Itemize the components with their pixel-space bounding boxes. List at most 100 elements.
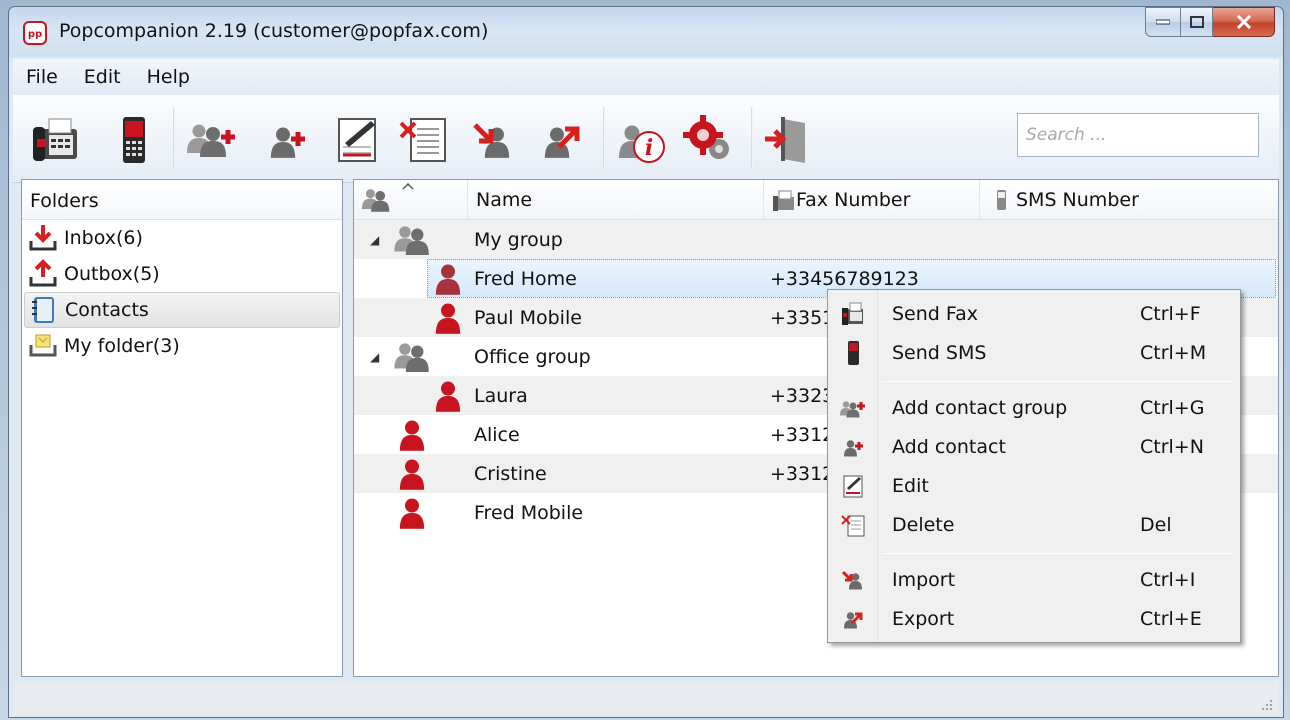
folder-contacts[interactable]: Contacts xyxy=(24,292,340,328)
menu-item-import[interactable]: Import Ctrl+I xyxy=(830,560,1238,599)
about-button[interactable]: i xyxy=(613,109,671,171)
search-input[interactable] xyxy=(1017,113,1259,157)
export-button[interactable] xyxy=(535,109,593,171)
add-group-icon xyxy=(840,401,865,418)
column-sms-number[interactable]: SMS Number xyxy=(980,180,1278,220)
contact-person-icon xyxy=(434,379,462,413)
svg-text:pp: pp xyxy=(28,29,42,40)
export-contact-icon xyxy=(544,126,580,158)
menu-item-add-contact-group[interactable]: Add contact group Ctrl+G xyxy=(830,388,1238,427)
row-fax: +3323 xyxy=(770,384,835,407)
folder-inbox[interactable]: Inbox(6) xyxy=(22,220,342,256)
row-name: Fred Mobile xyxy=(474,501,584,524)
column-fax-number[interactable]: Fax Number xyxy=(764,180,980,220)
menu-help[interactable]: Help xyxy=(134,66,203,88)
menu-item-add-contact[interactable]: Add contact Ctrl+N xyxy=(830,427,1238,466)
contact-person-icon xyxy=(398,496,426,530)
menu-edit[interactable]: Edit xyxy=(71,66,134,88)
contact-person-icon xyxy=(398,457,426,491)
minimize-icon xyxy=(1156,19,1170,25)
menu-item-shortcut: Ctrl+M xyxy=(1140,341,1207,364)
export-contact-icon xyxy=(844,612,863,629)
minimize-button[interactable] xyxy=(1145,7,1181,37)
contact-person-icon xyxy=(434,262,462,296)
menu-item-label: Edit xyxy=(892,474,929,497)
outbox-icon xyxy=(29,259,57,287)
row-name: My group xyxy=(474,228,563,251)
add-contact-button[interactable] xyxy=(259,109,317,171)
menu-item-shortcut: Ctrl+G xyxy=(1140,396,1205,419)
maximize-button[interactable] xyxy=(1181,7,1213,37)
column-label: Fax Number xyxy=(796,189,911,211)
delete-document-icon xyxy=(399,118,446,162)
expander-icon[interactable]: ◢ xyxy=(370,233,379,247)
edit-document-icon xyxy=(338,118,376,162)
context-menu: Send Fax Ctrl+F Send SMS Ctrl+M Add cont… xyxy=(827,289,1241,643)
menu-item-shortcut: Ctrl+I xyxy=(1140,568,1196,591)
row-fax: +3351 xyxy=(770,306,835,329)
add-contact-icon xyxy=(270,127,305,158)
folder-label: Contacts xyxy=(65,299,149,321)
import-contact-icon xyxy=(841,570,862,590)
mobile-phone-icon xyxy=(123,117,145,163)
contact-person-icon xyxy=(434,301,462,335)
menu-item-send-sms[interactable]: Send SMS Ctrl+M xyxy=(830,333,1238,372)
menu-item-delete[interactable]: Delete Del xyxy=(830,505,1238,544)
menu-item-export[interactable]: Export Ctrl+E xyxy=(830,599,1238,638)
delete-button[interactable] xyxy=(395,109,453,171)
settings-button[interactable] xyxy=(679,109,737,171)
info-icon: i xyxy=(619,125,665,163)
group-icon xyxy=(394,225,430,255)
row-name: Alice xyxy=(474,423,520,446)
menu-item-shortcut: Ctrl+F xyxy=(1140,302,1201,325)
folder-my-folder[interactable]: My folder(3) xyxy=(22,328,342,364)
edit-button[interactable] xyxy=(329,109,387,171)
add-contact-group-button[interactable] xyxy=(183,109,241,171)
expander-icon[interactable]: ◢ xyxy=(370,350,379,364)
folder-outbox[interactable]: Outbox(5) xyxy=(22,256,342,292)
edit-document-icon xyxy=(843,475,863,498)
fax-machine-icon xyxy=(33,118,77,161)
folder-label: Outbox(5) xyxy=(64,263,160,285)
row-fax: +3312 xyxy=(770,462,835,485)
send-sms-button[interactable] xyxy=(105,109,163,171)
menu-item-edit[interactable]: Edit xyxy=(830,466,1238,505)
popfax-app-icon: pp xyxy=(23,21,47,45)
add-contact-icon xyxy=(844,440,863,457)
send-fax-button[interactable] xyxy=(27,109,85,171)
row-name: Fred Home xyxy=(474,267,577,290)
toolbar: i xyxy=(13,95,1279,183)
menu-item-send-fax[interactable]: Send Fax Ctrl+F xyxy=(830,294,1238,333)
menu-item-label: Export xyxy=(892,607,955,630)
menu-item-shortcut: Ctrl+E xyxy=(1140,607,1202,630)
group-column-icon xyxy=(362,188,390,212)
menu-item-shortcut: Ctrl+N xyxy=(1140,435,1204,458)
column-header-row: Name Fax Number SMS Number xyxy=(354,180,1278,220)
menu-item-label: Add contact xyxy=(892,435,1006,458)
row-name: Office group xyxy=(474,345,591,368)
inbox-icon xyxy=(29,225,57,251)
svg-text:i: i xyxy=(645,135,653,161)
menu-bar: File Edit Help xyxy=(13,59,1279,95)
row-name: Laura xyxy=(474,384,528,407)
menu-item-shortcut: Del xyxy=(1140,513,1172,536)
fax-machine-icon xyxy=(842,302,863,325)
folders-header: Folders xyxy=(22,180,342,220)
resize-grip-icon[interactable] xyxy=(1261,699,1273,711)
column-name[interactable]: Name xyxy=(468,180,764,220)
gear-icon xyxy=(683,115,729,159)
menu-item-label: Add contact group xyxy=(892,396,1068,419)
group-icon xyxy=(394,342,430,372)
row-name: Paul Mobile xyxy=(474,306,582,329)
mobile-phone-icon xyxy=(848,341,859,365)
import-button[interactable] xyxy=(465,109,523,171)
column-type[interactable] xyxy=(354,180,468,220)
group-row-my-group[interactable]: ◢ My group xyxy=(354,220,1278,259)
contact-person-icon xyxy=(398,418,426,452)
menu-file[interactable]: File xyxy=(13,66,71,88)
delete-document-icon xyxy=(841,515,865,537)
maximize-icon xyxy=(1189,16,1204,28)
close-button[interactable] xyxy=(1213,7,1275,37)
import-contact-icon xyxy=(473,123,510,158)
exit-button[interactable] xyxy=(759,109,817,171)
